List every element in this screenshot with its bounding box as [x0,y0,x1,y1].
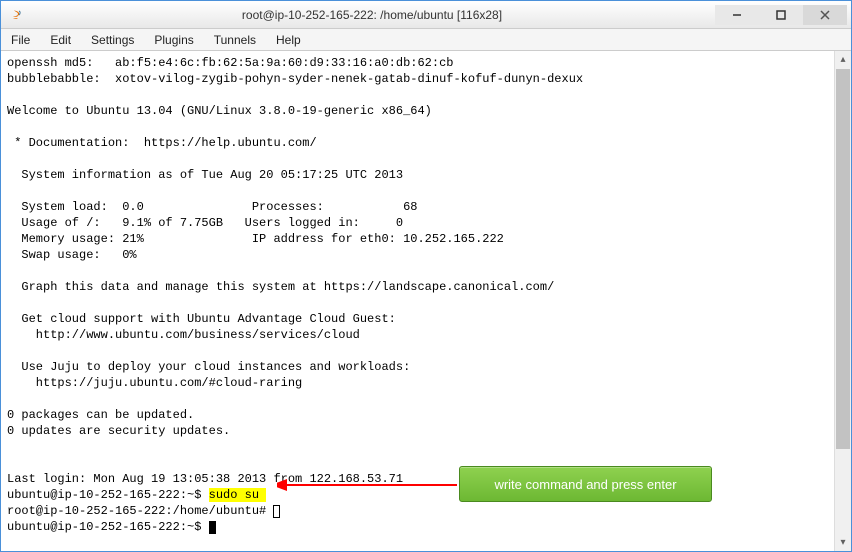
annotation-callout: write command and press enter [459,466,712,502]
prompt-prefix: ubuntu@ip-10-252-165-222:~$ [7,488,209,502]
terminal-line [7,263,828,279]
prompt-prefix: root@ip-10-252-165-222:/home/ubuntu# [7,504,273,518]
window-title: root@ip-10-252-165-222: /home/ubuntu [11… [29,8,715,22]
close-button[interactable] [803,5,847,25]
maximize-button[interactable] [759,5,803,25]
terminal-line: root@ip-10-252-165-222:/home/ubuntu# [7,503,828,519]
terminal-line [7,183,828,199]
scroll-thumb[interactable] [836,69,850,449]
terminal-line: 0 updates are security updates. [7,423,828,439]
menu-settings[interactable]: Settings [81,31,144,49]
menu-bar: File Edit Settings Plugins Tunnels Help [1,29,851,51]
terminal-line [7,391,828,407]
terminal-line [7,439,828,455]
terminal-line [7,87,828,103]
terminal-line [7,343,828,359]
scroll-down-arrow[interactable]: ▾ [835,534,851,551]
scroll-up-arrow[interactable]: ▴ [835,51,851,68]
menu-edit[interactable]: Edit [40,31,81,49]
menu-plugins[interactable]: Plugins [144,31,203,49]
menu-tunnels[interactable]: Tunnels [204,31,266,49]
terminal-line: https://juju.ubuntu.com/#cloud-raring [7,375,828,391]
terminal-line: openssh md5: ab:f5:e4:6c:fb:62:5a:9a:60:… [7,55,828,71]
callout-text: write command and press enter [494,477,676,492]
terminal-line: http://www.ubuntu.com/business/services/… [7,327,828,343]
terminal-line: Usage of /: 9.1% of 7.75GB Users logged … [7,215,828,231]
window-controls [715,5,847,25]
prompt-prefix: ubuntu@ip-10-252-165-222:~$ [7,520,209,534]
cursor-icon [273,505,280,518]
terminal-line [7,151,828,167]
menu-help[interactable]: Help [266,31,311,49]
highlighted-command: sudo su [209,488,267,502]
java-icon [9,7,25,23]
terminal-line: 0 packages can be updated. [7,407,828,423]
terminal-line: System load: 0.0 Processes: 68 [7,199,828,215]
terminal-line [7,119,828,135]
terminal-line: Welcome to Ubuntu 13.04 (GNU/Linux 3.8.0… [7,103,828,119]
terminal-line: Swap usage: 0% [7,247,828,263]
terminal-line: Use Juju to deploy your cloud instances … [7,359,828,375]
terminal-line: bubblebabble: xotov-vilog-zygib-pohyn-sy… [7,71,828,87]
terminal-line: Get cloud support with Ubuntu Advantage … [7,311,828,327]
terminal-line [7,295,828,311]
terminal-line: * Documentation: https://help.ubuntu.com… [7,135,828,151]
terminal-line: Memory usage: 21% IP address for eth0: 1… [7,231,828,247]
terminal-line: ubuntu@ip-10-252-165-222:~$ [7,519,828,535]
minimize-button[interactable] [715,5,759,25]
window-titlebar: root@ip-10-252-165-222: /home/ubuntu [11… [1,1,851,29]
terminal-line: System information as of Tue Aug 20 05:1… [7,167,828,183]
cursor-icon [209,521,216,534]
terminal-line: Graph this data and manage this system a… [7,279,828,295]
menu-file[interactable]: File [1,31,40,49]
vertical-scrollbar[interactable]: ▴ ▾ [834,51,851,551]
